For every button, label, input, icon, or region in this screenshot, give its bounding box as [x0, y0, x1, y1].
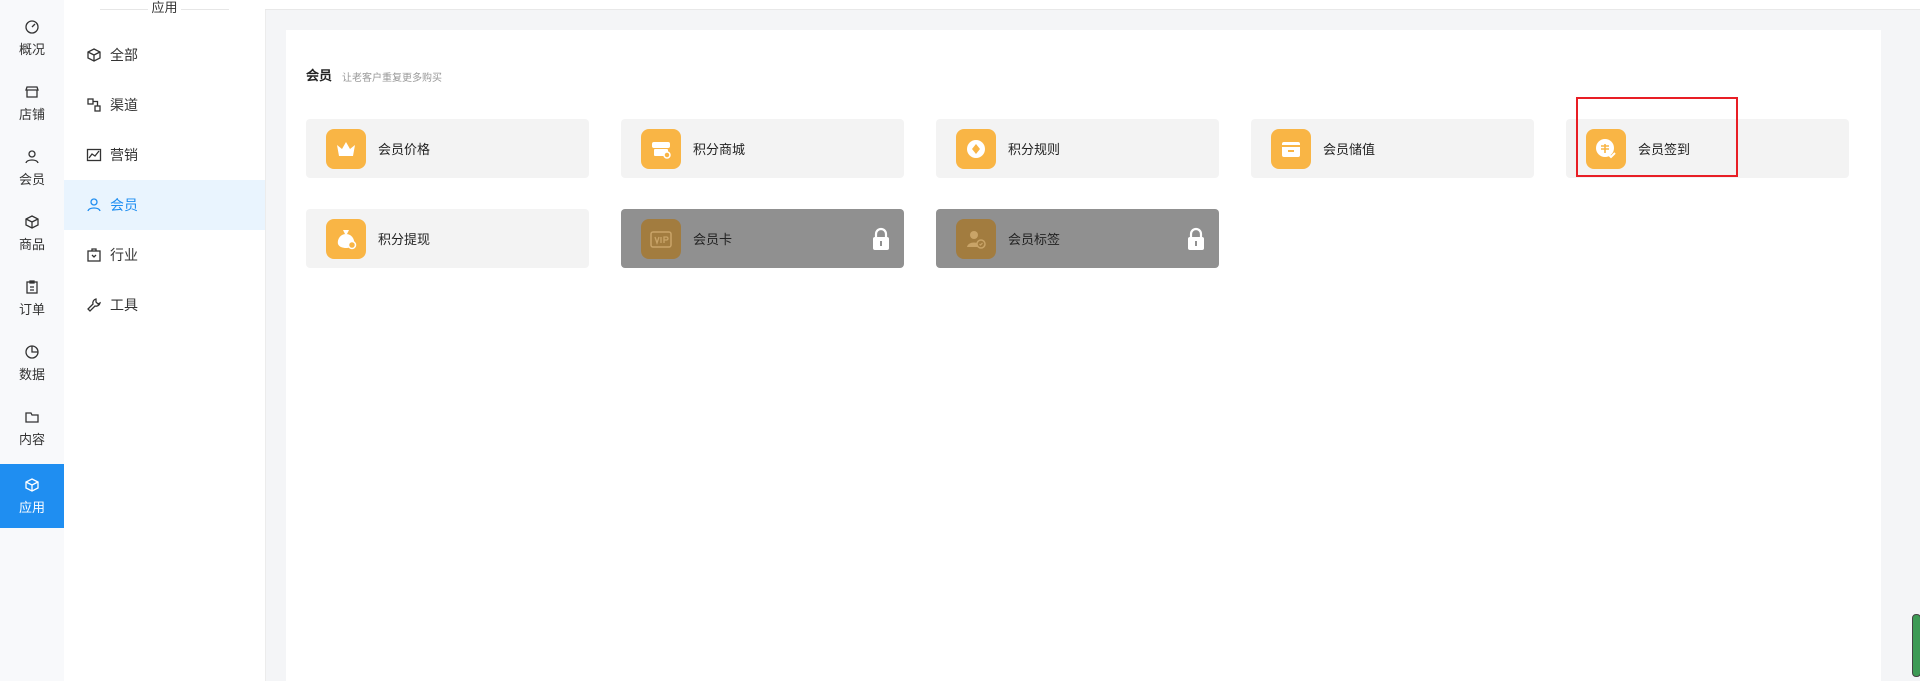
submenu-title: 应用: [64, 0, 265, 18]
top-strip: [265, 0, 1920, 10]
clipboard-icon: [26, 279, 38, 294]
app-card-member-price[interactable]: 会员价格: [306, 119, 589, 178]
pie-icon: [25, 344, 39, 359]
submenu-item-tools[interactable]: 工具: [64, 280, 265, 330]
left-nav-rail: 概况 店铺 会员 商品 订单 数据 内容 应用: [0, 0, 64, 681]
app-card-label: 会员价格: [378, 143, 431, 158]
rail-item-member[interactable]: 会员: [0, 140, 64, 196]
lock-icon: [873, 227, 889, 250]
user-tag-icon: [956, 218, 996, 259]
app-card-label: 积分商城: [693, 143, 746, 158]
app-card-label: 会员签到: [1638, 143, 1691, 158]
wrench-icon: [87, 298, 101, 312]
submenu-item-label: 渠道: [110, 98, 138, 114]
app-card-member-tags[interactable]: 会员标签: [936, 209, 1219, 268]
main-content: 会员 让老客户重复更多购买 会员价格 积分商城 积分规则 会员储值 会员签到 积…: [286, 30, 1881, 681]
vip-card-icon: [641, 218, 681, 259]
section-subtitle: 让老客户重复更多购买: [342, 73, 442, 84]
app-card-label: 积分提现: [378, 233, 431, 248]
submenu-title-text: 应用: [151, 1, 178, 16]
submenu-item-label: 行业: [110, 248, 138, 264]
rail-item-label: 数据: [18, 367, 45, 383]
rail-item-label: 店铺: [18, 107, 45, 123]
divider: [181, 9, 229, 10]
shop-icon: [641, 128, 681, 169]
rail-item-overview[interactable]: 概况: [0, 10, 64, 66]
rail-item-store[interactable]: 店铺: [0, 75, 64, 131]
section-title: 会员: [306, 69, 333, 84]
divider: [100, 9, 148, 10]
cube-icon: [87, 48, 101, 62]
submenu-item-label: 全部: [110, 48, 138, 64]
rail-item-label: 应用: [18, 500, 45, 516]
rail-item-orders[interactable]: 订单: [0, 270, 64, 326]
cube-icon: [25, 477, 39, 492]
rail-item-label: 订单: [18, 302, 45, 318]
rail-item-goods[interactable]: 商品: [0, 205, 64, 261]
app-card-label: 会员标签: [1008, 233, 1061, 248]
wallet-icon: [1271, 128, 1311, 169]
submenu-item-industry[interactable]: 行业: [64, 230, 265, 280]
trend-icon: [86, 148, 102, 162]
store-icon: [25, 85, 39, 98]
submenu-item-label: 营销: [110, 148, 138, 164]
submenu-item-all[interactable]: 全部: [64, 30, 265, 80]
rail-item-label: 内容: [18, 432, 45, 448]
rail-item-data[interactable]: 数据: [0, 335, 64, 391]
app-card-label: 会员储值: [1323, 143, 1376, 158]
rail-item-content[interactable]: 内容: [0, 400, 64, 456]
folder-icon: [25, 411, 39, 423]
app-card-member-checkin[interactable]: 会员签到: [1566, 119, 1849, 178]
submenu-item-marketing[interactable]: 营销: [64, 130, 265, 180]
app-card-points-rules[interactable]: 积分规则: [936, 119, 1219, 178]
submenu-item-member[interactable]: 会员: [64, 180, 265, 230]
user-icon: [25, 149, 39, 163]
app-card-label: 会员卡: [693, 233, 733, 248]
app-card-points-mall[interactable]: 积分商城: [621, 119, 904, 178]
dashboard-icon: [25, 19, 39, 34]
app-card-label: 积分规则: [1008, 143, 1061, 158]
rail-item-apps[interactable]: 应用: [0, 464, 64, 528]
rail-item-label: 概况: [18, 42, 45, 58]
crown-icon: [326, 128, 366, 169]
briefcase-icon: [87, 248, 101, 262]
box-icon: [25, 214, 39, 229]
app-submenu: 应用 全部 渠道 营销 会员 行业 工具: [64, 0, 266, 681]
rail-item-label: 会员: [18, 172, 45, 188]
app-card-points-withdraw[interactable]: 积分提现: [306, 209, 589, 268]
vertical-scrollbar[interactable]: [1912, 614, 1920, 677]
coin-icon: [956, 128, 996, 169]
app-card-member-stored-value[interactable]: 会员储值: [1251, 119, 1534, 178]
submenu-item-channel[interactable]: 渠道: [64, 80, 265, 130]
checkin-icon: [1586, 128, 1626, 169]
money-bag-icon: [326, 218, 366, 259]
submenu-item-label: 会员: [110, 198, 138, 214]
channel-icon: [87, 98, 101, 112]
submenu-item-label: 工具: [110, 298, 138, 314]
lock-icon: [1188, 227, 1204, 250]
app-card-member-card[interactable]: 会员卡: [621, 209, 904, 268]
user-icon: [87, 198, 101, 212]
rail-item-label: 商品: [18, 237, 45, 253]
